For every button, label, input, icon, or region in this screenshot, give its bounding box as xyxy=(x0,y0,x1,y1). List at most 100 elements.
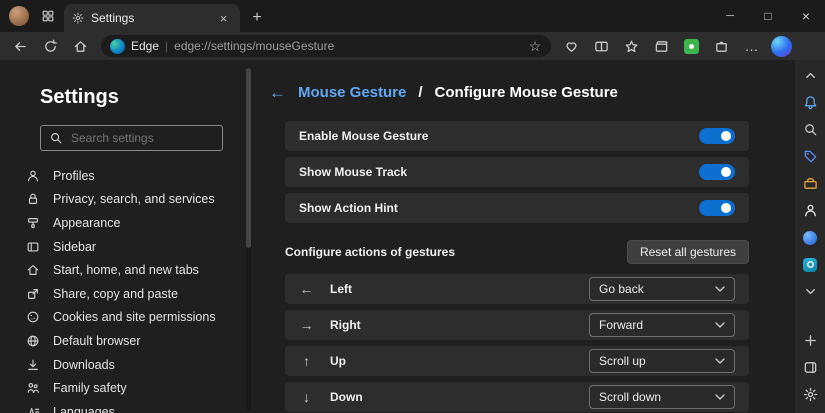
breadcrumb-separator: / xyxy=(418,84,422,101)
settings-gear-favicon xyxy=(72,12,84,24)
gesture-row-up: ↑ Up Scroll up xyxy=(285,346,749,376)
titlebar: Settings × + ─ □ × xyxy=(0,0,825,32)
show-mouse-track-row: Show Mouse Track xyxy=(285,157,749,187)
show-action-hint-row: Show Action Hint xyxy=(285,193,749,223)
collections-icon[interactable] xyxy=(648,34,675,58)
gesture-up-action-dropdown[interactable]: Scroll up xyxy=(589,349,735,373)
tab-settings[interactable]: Settings × xyxy=(64,4,240,32)
plus-icon[interactable] xyxy=(798,328,822,353)
new-tab-button[interactable]: + xyxy=(244,5,270,31)
globe-icon xyxy=(26,334,40,348)
reset-all-gestures-button[interactable]: Reset all gestures xyxy=(627,240,749,264)
enable-mouse-gesture-row: Enable Mouse Gesture xyxy=(285,121,749,151)
arrow-down-icon: ↓ xyxy=(299,389,314,405)
chevron-down-icon[interactable] xyxy=(798,279,822,304)
gesture-section-header: Configure actions of gestures Reset all … xyxy=(285,240,749,264)
profile-avatar[interactable] xyxy=(9,6,29,26)
sidebar-item-downloads[interactable]: Downloads xyxy=(0,353,252,377)
gesture-right-action-dropdown[interactable]: Forward xyxy=(589,313,735,337)
sidebar-item-start-home-new-tabs[interactable]: Start, home, and new tabs xyxy=(0,258,252,282)
toolbar: Edge | edge://settings/mouseGesture ☆ … xyxy=(0,32,825,60)
copilot-icon[interactable] xyxy=(771,36,792,57)
search-input[interactable] xyxy=(71,131,214,145)
search-icon[interactable] xyxy=(798,117,822,142)
appearance-icon xyxy=(26,216,40,230)
settings-gear-icon[interactable] xyxy=(798,382,822,407)
close-button[interactable]: × xyxy=(787,0,825,32)
edge-sidebar-rail xyxy=(795,60,825,413)
games-icon[interactable] xyxy=(798,225,822,250)
favorite-star-icon[interactable]: ☆ xyxy=(523,36,547,56)
content-area: Settings Profiles Privacy, search, and s… xyxy=(0,60,825,413)
gesture-row-left: ← Left Go back xyxy=(285,274,749,304)
breadcrumb: ← Mouse Gesture / Configure Mouse Gestur… xyxy=(269,84,749,101)
arrow-right-icon: → xyxy=(299,317,314,333)
sidebar-item-default-browser[interactable]: Default browser xyxy=(0,329,252,353)
breadcrumb-link[interactable]: Mouse Gesture xyxy=(298,84,406,101)
language-icon xyxy=(26,405,40,413)
sidebar-items: Profiles Privacy, search, and services A… xyxy=(0,164,252,413)
outlook-icon[interactable] xyxy=(798,252,822,277)
home-icon[interactable] xyxy=(67,34,94,58)
mouse-gesture-panel: ← Mouse Gesture / Configure Mouse Gestur… xyxy=(252,60,795,413)
gesture-left-action-dropdown[interactable]: Go back xyxy=(589,277,735,301)
workspaces-icon[interactable] xyxy=(36,4,60,28)
sidebar-item-cookies-permissions[interactable]: Cookies and site permissions xyxy=(0,306,252,330)
section-title: Configure actions of gestures xyxy=(285,245,455,259)
show-action-hint-toggle[interactable] xyxy=(699,200,735,216)
tools-icon[interactable] xyxy=(798,171,822,196)
split-screen-icon[interactable] xyxy=(588,34,615,58)
enable-mouse-gesture-toggle[interactable] xyxy=(699,128,735,144)
sidebar-item-appearance[interactable]: Appearance xyxy=(0,211,252,235)
cookie-icon xyxy=(26,310,40,324)
sidebar-scrollbar[interactable] xyxy=(246,68,251,411)
shopping-icon[interactable] xyxy=(798,144,822,169)
page-title: Configure Mouse Gesture xyxy=(435,84,618,101)
minimize-button[interactable]: ─ xyxy=(711,0,749,32)
url-text[interactable]: edge://settings/mouseGesture xyxy=(174,39,517,53)
sidebar-item-privacy[interactable]: Privacy, search, and services xyxy=(0,188,252,212)
bell-icon[interactable] xyxy=(798,90,822,115)
search-settings-box[interactable] xyxy=(40,125,223,151)
browser-essentials-icon[interactable] xyxy=(558,34,585,58)
window-controls: ─ □ × xyxy=(711,0,825,32)
settings-sidebar: Settings Profiles Privacy, search, and s… xyxy=(0,60,252,413)
back-button[interactable]: ← xyxy=(269,84,286,101)
favorites-icon[interactable] xyxy=(618,34,645,58)
maximize-button[interactable]: □ xyxy=(749,0,787,32)
download-icon xyxy=(26,358,40,372)
lock-icon xyxy=(26,192,40,206)
tab-title: Settings xyxy=(91,11,208,25)
sidebar-item-share-copy-paste[interactable]: Share, copy and paste xyxy=(0,282,252,306)
refresh-icon[interactable] xyxy=(37,34,64,58)
sidebar-layout-icon xyxy=(26,240,40,254)
gesture-down-action-dropdown[interactable]: Scroll down xyxy=(589,385,735,409)
arrow-up-icon: ↑ xyxy=(299,353,314,369)
sidebar-panel-icon[interactable] xyxy=(798,355,822,380)
edge-logo-icon xyxy=(110,39,125,54)
extension-icon[interactable] xyxy=(678,34,705,58)
chevron-down-icon xyxy=(715,358,725,364)
chevron-down-icon xyxy=(715,322,725,328)
back-icon[interactable] xyxy=(7,34,34,58)
chevron-up-icon[interactable] xyxy=(798,63,822,88)
more-options-icon[interactable]: … xyxy=(738,34,765,58)
site-badge[interactable]: Edge xyxy=(110,39,159,54)
site-badge-label: Edge xyxy=(131,39,159,53)
home-icon xyxy=(26,263,40,277)
extensions-icon[interactable] xyxy=(708,34,735,58)
arrow-left-icon: ← xyxy=(299,281,314,297)
search-icon xyxy=(49,131,63,145)
microsoft-365-icon[interactable] xyxy=(798,198,822,223)
sidebar-item-sidebar[interactable]: Sidebar xyxy=(0,235,252,259)
share-icon xyxy=(26,287,40,301)
sidebar-item-family-safety[interactable]: Family safety xyxy=(0,376,252,400)
address-separator: | xyxy=(165,39,168,53)
show-mouse-track-toggle[interactable] xyxy=(699,164,735,180)
sidebar-item-languages[interactable]: Languages xyxy=(0,400,252,413)
gesture-row-down: ↓ Down Scroll down xyxy=(285,382,749,412)
sidebar-title: Settings xyxy=(40,86,252,109)
sidebar-item-profiles[interactable]: Profiles xyxy=(0,164,252,188)
address-bar[interactable]: Edge | edge://settings/mouseGesture ☆ xyxy=(101,35,551,57)
tab-close-icon[interactable]: × xyxy=(215,10,232,27)
